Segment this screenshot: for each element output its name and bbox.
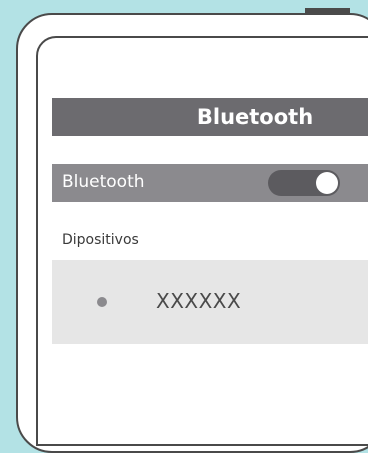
- bluetooth-setting-row[interactable]: Bluetooth: [52, 164, 368, 202]
- toggle-knob: [316, 172, 338, 194]
- bluetooth-toggle[interactable]: [268, 170, 340, 196]
- device-list-item[interactable]: XXXXXX: [52, 260, 368, 344]
- app-header: Bluetooth: [52, 98, 368, 136]
- device-status-dot-icon: [97, 297, 107, 307]
- devices-section-label: Dipositivos: [62, 232, 139, 248]
- device-name: XXXXXX: [156, 289, 242, 313]
- page-title: Bluetooth: [196, 105, 314, 129]
- bluetooth-setting-label: Bluetooth: [62, 172, 145, 192]
